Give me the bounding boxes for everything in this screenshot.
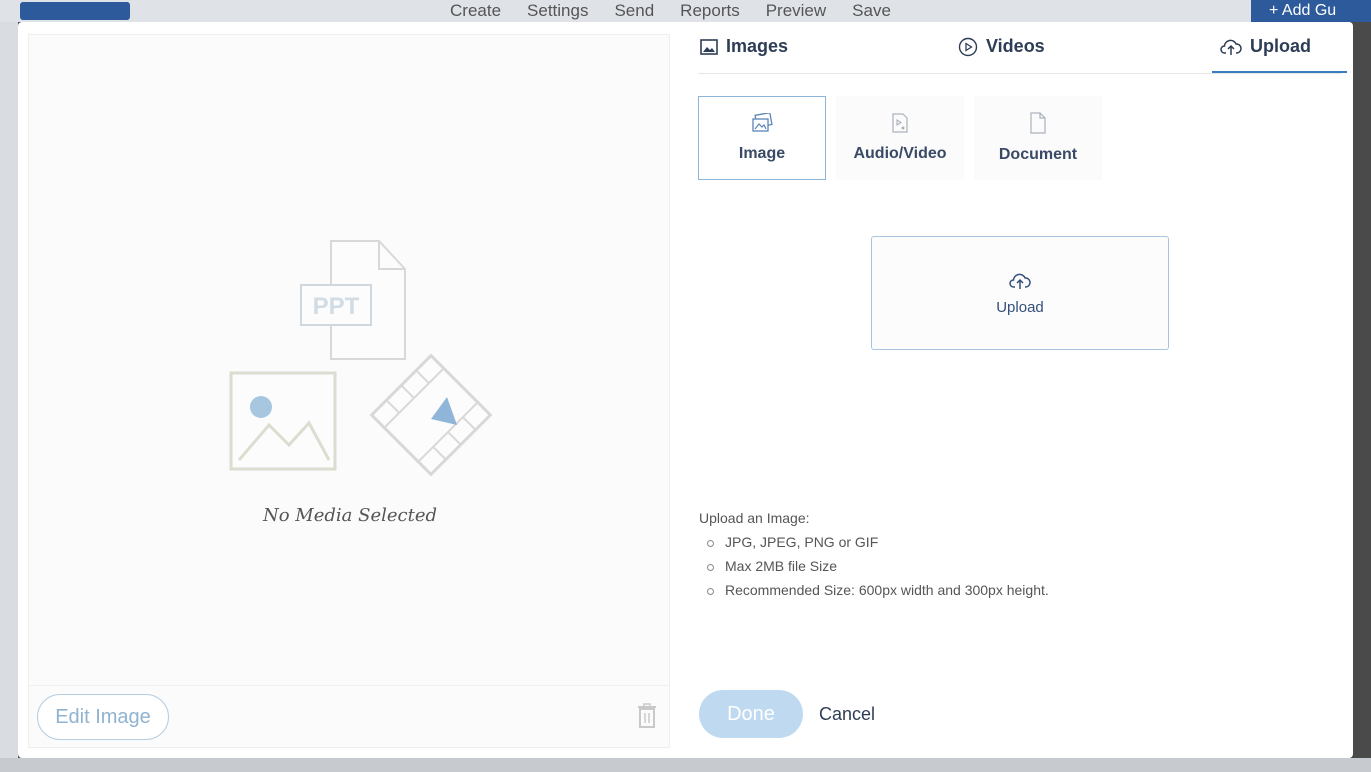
upload-dropzone[interactable]: Upload — [871, 236, 1169, 350]
tab-videos[interactable]: Videos — [958, 36, 1045, 57]
done-button[interactable]: Done — [699, 690, 803, 738]
no-media-text: No Media Selected — [262, 505, 437, 526]
cancel-link[interactable]: Cancel — [819, 704, 875, 725]
no-media-illustration: PPT — [229, 240, 493, 477]
play-circle-icon — [958, 37, 978, 56]
background-bottom-strip — [0, 758, 1371, 772]
preview-footer: Edit Image — [29, 685, 669, 747]
media-preview-pane: PPT No Media Selected Edit Image — [28, 34, 670, 748]
subtab-audio-video[interactable]: Audio/Video — [836, 96, 964, 180]
bg-save: Save — [852, 1, 891, 20]
requirements-list: JPG, JPEG, PNG or GIF Max 2MB file Size … — [699, 534, 1049, 598]
bg-settings: Settings — [527, 1, 589, 20]
requirement-format: JPG, JPEG, PNG or GIF — [699, 534, 1049, 550]
background-logo — [20, 2, 130, 20]
tab-videos-label: Videos — [986, 36, 1045, 56]
image-icon — [752, 113, 773, 132]
requirement-dimensions: Recommended Size: 600px width and 300px … — [699, 582, 1049, 598]
subtab-audio-video-label: Audio/Video — [853, 145, 947, 162]
background-left-strip — [0, 22, 18, 772]
document-illustration-icon: PPT — [300, 240, 406, 360]
cloud-upload-icon — [1009, 273, 1031, 289]
bg-reports: Reports — [680, 1, 740, 20]
bg-send: Send — [614, 1, 655, 20]
cloud-upload-icon — [1220, 39, 1242, 55]
picture-illustration-icon — [229, 371, 337, 471]
bg-add-button: + Add Gu — [1251, 0, 1371, 22]
requirement-size: Max 2MB file Size — [699, 558, 1049, 574]
upload-requirements: Upload an Image: JPG, JPEG, PNG or GIF M… — [699, 510, 1049, 606]
tab-images[interactable]: Images — [700, 36, 788, 57]
subtab-image[interactable]: Image — [698, 96, 826, 180]
subtab-document[interactable]: Document — [974, 96, 1102, 180]
edit-image-button[interactable]: Edit Image — [37, 694, 169, 740]
trash-icon[interactable] — [637, 703, 657, 729]
subtab-image-label: Image — [738, 145, 786, 162]
tab-upload-label: Upload — [1250, 36, 1311, 56]
media-source-pane: Images Videos Upload Image Audio/Video D… — [698, 22, 1353, 758]
tab-images-label: Images — [726, 36, 789, 56]
image-icon — [700, 38, 718, 55]
upload-type-tabs: Image Audio/Video Document — [698, 96, 1102, 180]
tab-upload[interactable]: Upload — [1212, 36, 1347, 73]
svg-text:PPT: PPT — [313, 293, 360, 320]
media-modal: PPT No Media Selected Edit Image Images … — [18, 22, 1353, 758]
requirements-heading: Upload an Image: — [699, 510, 810, 526]
bg-create: Create — [450, 1, 502, 20]
bg-preview: Preview — [765, 1, 827, 20]
media-tabs: Images Videos Upload — [698, 22, 1347, 74]
background-toolbar: Create Settings Send Reports Preview Sav… — [0, 0, 1371, 22]
document-icon — [1030, 112, 1046, 134]
video-illustration-icon — [369, 353, 493, 477]
subtab-document-label: Document — [998, 146, 1078, 163]
upload-dropzone-label: Upload — [996, 298, 1044, 316]
media-file-icon — [892, 113, 908, 133]
